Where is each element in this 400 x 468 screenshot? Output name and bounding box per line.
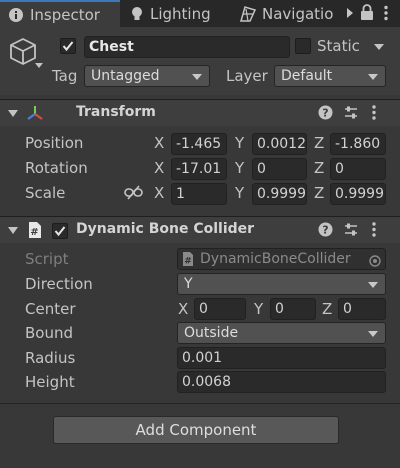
tab-navigation[interactable]: Navigatio xyxy=(236,0,342,27)
more-options-icon[interactable] xyxy=(384,5,388,25)
presets-icon[interactable] xyxy=(344,222,358,241)
axis-y-label: Y xyxy=(254,300,264,318)
transform-title: Transform xyxy=(76,104,156,120)
add-component-button[interactable]: Add Component xyxy=(53,416,339,444)
axis-z-label: Z xyxy=(314,159,325,177)
rotation-label: Rotation xyxy=(25,159,88,177)
script-field: # DynamicBoneCollider xyxy=(177,248,386,270)
navigation-icon xyxy=(240,5,256,22)
chevron-down-icon xyxy=(368,331,378,337)
radius-label: Radius xyxy=(25,349,76,367)
constrain-proportions-icon[interactable] xyxy=(124,185,143,204)
rotation-y-field[interactable]: 0 xyxy=(252,158,307,180)
layer-label: Layer xyxy=(226,67,268,85)
bound-dropdown[interactable]: Outside xyxy=(177,322,386,344)
svg-text:?: ? xyxy=(322,224,328,237)
chevron-down-icon xyxy=(192,74,202,80)
script-file-icon: # xyxy=(182,251,194,269)
tag-value: Untagged xyxy=(91,68,160,84)
height-field[interactable]: 0.0068 xyxy=(177,371,386,393)
position-x-field[interactable]: -1.465 xyxy=(171,133,227,155)
position-z-field[interactable]: -1.860 xyxy=(330,133,386,155)
position-label: Position xyxy=(25,134,84,152)
tab-label: Navigatio xyxy=(262,4,334,23)
axis-x-label: X xyxy=(178,300,189,318)
icon-dropdown-caret-icon[interactable] xyxy=(35,63,43,68)
active-checkbox[interactable] xyxy=(60,38,76,54)
rotation-z-field[interactable]: 0 xyxy=(330,158,386,180)
center-x-field[interactable]: 0 xyxy=(194,298,246,320)
tab-bar: Inspector Lighting Navigatio xyxy=(0,0,400,27)
rotation-x-field[interactable]: -17.01 xyxy=(171,158,227,180)
center-y-field[interactable]: 0 xyxy=(270,298,316,320)
more-options-icon[interactable] xyxy=(372,222,376,241)
collider-title: Dynamic Bone Collider xyxy=(76,221,255,237)
name-field[interactable]: Chest xyxy=(84,36,290,58)
more-options-icon[interactable] xyxy=(372,105,376,124)
axis-y-label: Y xyxy=(235,184,245,202)
scale-label: Scale xyxy=(25,184,66,202)
layer-value: Default xyxy=(281,68,333,84)
chevron-down-icon xyxy=(368,74,378,80)
position-y-field[interactable]: 0.0012 xyxy=(252,133,307,155)
divider xyxy=(0,403,400,404)
radius-field[interactable]: 0.001 xyxy=(177,347,386,369)
tab-inspector[interactable]: Inspector xyxy=(0,0,120,27)
foldout-arrow-icon[interactable] xyxy=(8,110,18,117)
transform-icon xyxy=(26,105,44,126)
axis-z-label: Z xyxy=(322,300,333,318)
tab-overflow-icon[interactable] xyxy=(344,5,356,25)
tab-label: Lighting xyxy=(150,4,211,23)
axis-y-label: Y xyxy=(235,159,245,177)
static-label: Static xyxy=(317,37,360,55)
center-z-field[interactable]: 0 xyxy=(338,298,386,320)
tab-lighting[interactable]: Lighting xyxy=(124,0,226,27)
axis-z-label: Z xyxy=(314,134,325,152)
static-dropdown-caret-icon[interactable] xyxy=(374,44,384,50)
scale-z-field[interactable]: 0.9999 xyxy=(330,183,386,205)
layer-dropdown[interactable]: Default xyxy=(274,65,386,87)
enabled-checkbox[interactable] xyxy=(52,223,68,239)
help-icon[interactable]: ? xyxy=(318,105,333,124)
axis-z-label: Z xyxy=(314,184,325,202)
tag-dropdown[interactable]: Untagged xyxy=(84,65,210,87)
scale-x-field[interactable]: 1 xyxy=(171,183,227,205)
axis-x-label: X xyxy=(154,159,165,177)
presets-icon[interactable] xyxy=(344,105,358,124)
svg-text:#: # xyxy=(184,257,192,267)
svg-text:#: # xyxy=(30,227,38,238)
tag-label: Tag xyxy=(52,67,78,85)
script-label: Script xyxy=(25,250,69,268)
lock-icon[interactable] xyxy=(360,4,374,25)
direction-dropdown[interactable]: Y xyxy=(177,273,386,295)
axis-y-label: Y xyxy=(235,134,245,152)
bound-value: Outside xyxy=(184,325,239,341)
tab-label: Inspector xyxy=(30,5,100,24)
collider-header[interactable]: # Dynamic Bone Collider ? xyxy=(0,216,400,243)
lightbulb-icon xyxy=(130,6,144,22)
svg-text:?: ? xyxy=(322,107,328,120)
gameobject-cube-icon[interactable] xyxy=(8,36,38,70)
object-picker-icon[interactable] xyxy=(369,253,381,269)
axis-x-label: X xyxy=(154,134,165,152)
center-label: Center xyxy=(25,300,76,318)
static-checkbox[interactable] xyxy=(295,38,311,54)
info-icon xyxy=(8,7,24,23)
script-file-icon: # xyxy=(28,221,42,243)
axis-x-label: X xyxy=(154,184,165,202)
script-value: DynamicBoneCollider xyxy=(200,251,351,267)
scale-y-field[interactable]: 0.9999 xyxy=(252,183,307,205)
direction-label: Direction xyxy=(25,275,93,293)
direction-value: Y xyxy=(184,276,193,292)
height-label: Height xyxy=(25,373,75,391)
bound-label: Bound xyxy=(25,324,74,342)
help-icon[interactable]: ? xyxy=(318,222,333,241)
chevron-down-icon xyxy=(368,282,378,288)
transform-header[interactable]: Transform ? xyxy=(0,99,400,126)
foldout-arrow-icon[interactable] xyxy=(8,227,18,234)
